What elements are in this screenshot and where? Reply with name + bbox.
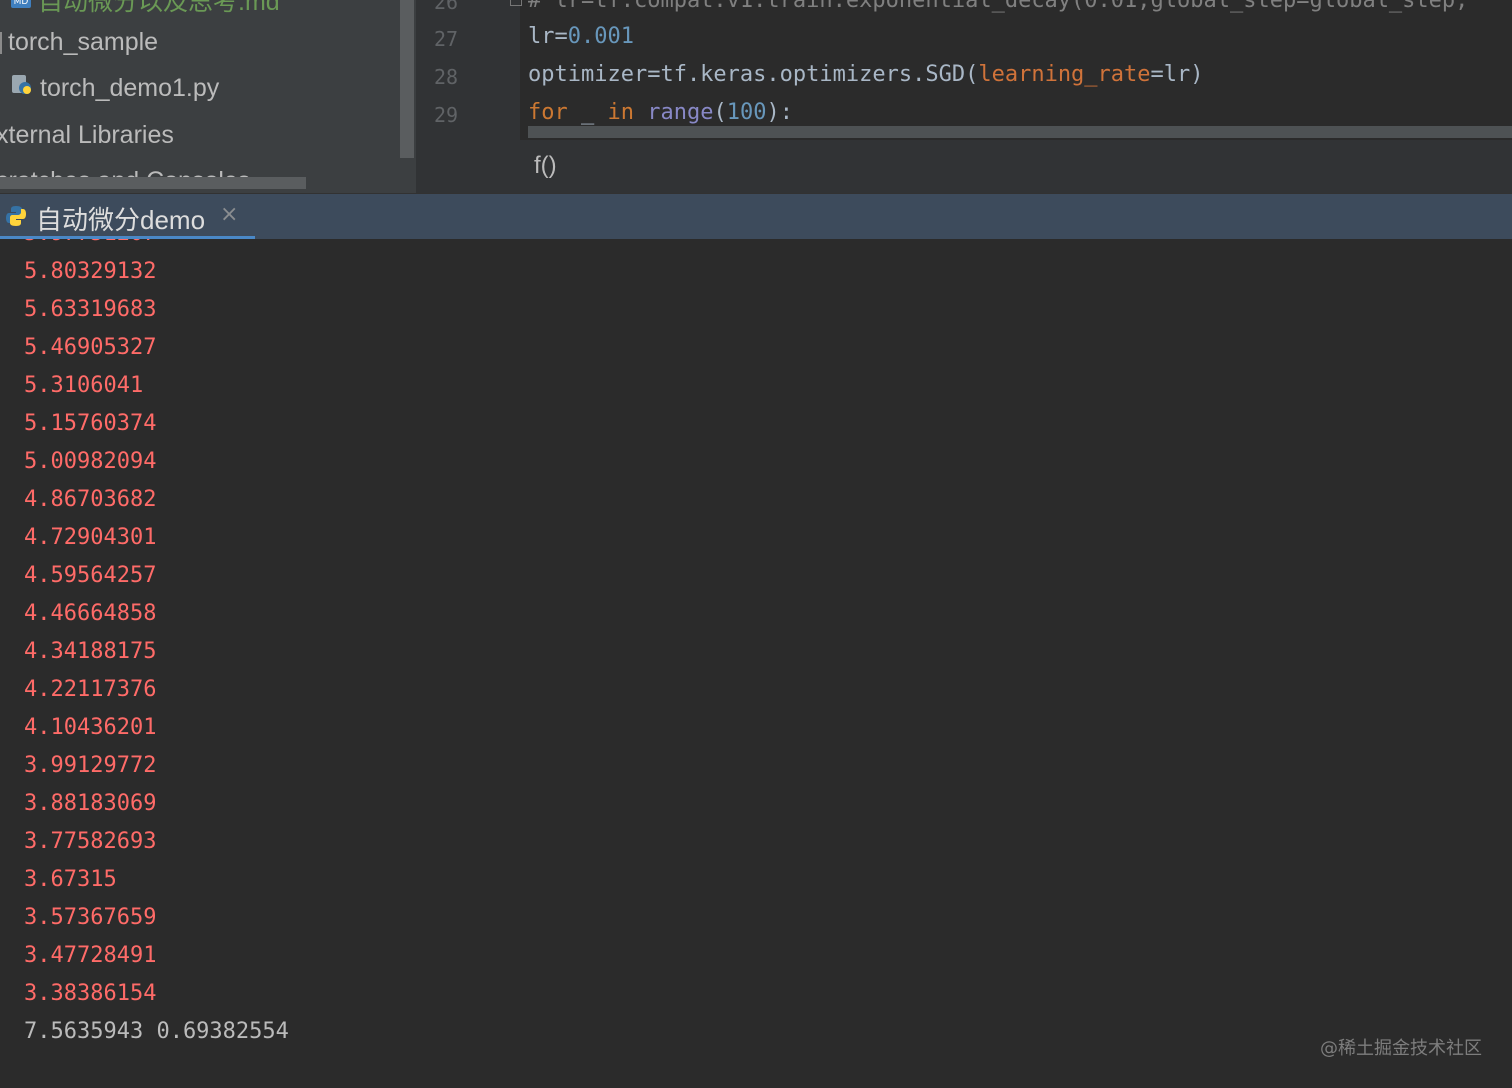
project-horizontal-scrollbar[interactable] — [0, 177, 306, 189]
console-line: 4.10436201 — [24, 715, 157, 740]
tree-item-external-libraries[interactable]: xternal Libraries — [0, 113, 174, 157]
console-line: 5.46905327 — [24, 335, 157, 360]
console-final-line: 7.5635943 0.69382554 — [24, 1019, 289, 1044]
console-line: 5.63319683 — [24, 297, 157, 322]
breadcrumb-bar: f() — [416, 140, 1512, 193]
console-line: 4.59564257 — [24, 563, 157, 588]
folder-icon — [0, 32, 2, 55]
run-tab-label: 自动微分demo — [36, 205, 206, 235]
console-line: 3.57367659 — [24, 905, 157, 930]
console-line: 4.46664858 — [24, 601, 157, 626]
console-line: 5.00982094 — [24, 449, 157, 474]
console-line: 5.15760374 — [24, 411, 157, 436]
close-icon[interactable]: × — [220, 202, 238, 227]
tree-item-torch-demo1[interactable]: torch_demo1.py — [10, 66, 219, 110]
console-output[interactable]: 5.97751207 5.80329132 5.63319683 5.46905327… — [0, 239, 1512, 1088]
fold-icon[interactable] — [510, 0, 522, 6]
tree-item-label: torch_sample — [8, 28, 159, 56]
line-number: 29 — [433, 103, 459, 127]
line-number: 28 — [433, 65, 459, 89]
code-line-29: for _ in range(100): — [528, 100, 793, 125]
console-line: 4.22117376 — [24, 677, 157, 702]
tree-item-torch-sample[interactable]: torch_sample — [0, 20, 158, 64]
console-line: 4.86703682 — [24, 487, 157, 512]
tree-item-label: xternal Libraries — [0, 121, 174, 149]
line-number: 27 — [433, 27, 459, 51]
console-line: 3.77582693 — [24, 829, 157, 854]
code-line-27: lr=0.001 — [528, 24, 634, 49]
run-tab[interactable]: 自动微分demo × — [0, 194, 255, 240]
code-line-26: # lr=tf.compat.v1.train.exponential_deca… — [528, 0, 1469, 13]
run-tab-bar: 自动微分demo × — [0, 193, 1512, 240]
code-editor[interactable]: 26 27 28 29 # lr=tf.compat.v1.train.expo… — [416, 0, 1512, 140]
console-line: 3.47728491 — [24, 943, 157, 968]
console-line: 3.38386154 — [24, 981, 157, 1006]
tree-item-label: torch_demo1.py — [40, 74, 220, 102]
code-line-28: optimizer=tf.keras.optimizers.SGD(learni… — [528, 62, 1204, 87]
console-line: 5.3106041 — [24, 373, 144, 398]
project-scrollbar-thumb[interactable] — [400, 0, 414, 158]
console-line: 5.97751207 — [24, 239, 156, 253]
svg-text:MD: MD — [14, 0, 29, 7]
console-line: 4.72904301 — [24, 525, 157, 550]
project-tree-panel: MD 自动微分以及思考.md torch_sample torch_demo1.… — [0, 0, 400, 193]
console-line: 5.80329132 — [24, 259, 157, 284]
console-line: 3.99129772 — [24, 753, 157, 778]
tree-item-label: 自动微分以及思考.md — [38, 0, 280, 16]
python-file-icon — [10, 67, 34, 111]
python-icon — [4, 204, 28, 232]
line-gutter: 26 27 28 29 — [416, 0, 522, 140]
watermark: @稀土掘金技术社区 — [1320, 1038, 1482, 1059]
console-line: 4.34188175 — [24, 639, 157, 664]
line-number: 26 — [433, 0, 459, 14]
breadcrumb[interactable]: f() — [534, 152, 557, 180]
console-line: 3.88183069 — [24, 791, 157, 816]
console-line: 3.67315 — [24, 867, 117, 892]
editor-horizontal-scrollbar[interactable] — [528, 126, 1512, 138]
